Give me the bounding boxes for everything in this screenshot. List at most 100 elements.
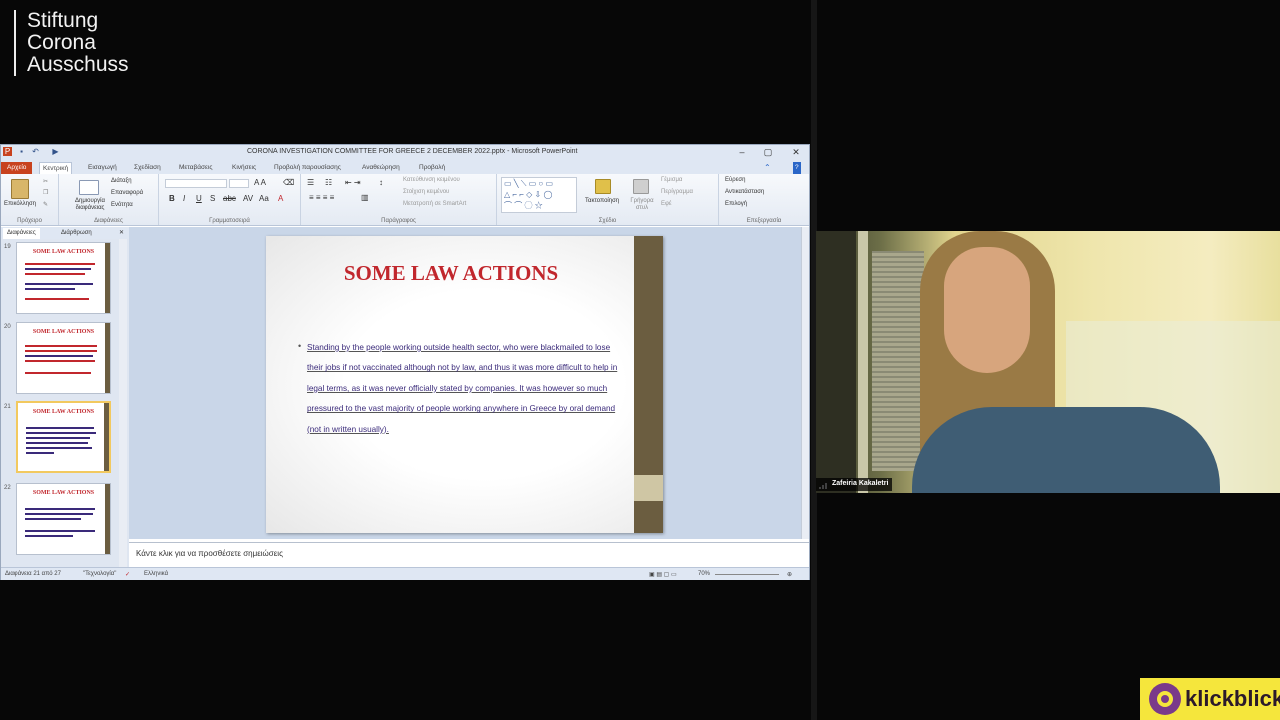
klickblick-logo-icon bbox=[1149, 683, 1181, 715]
start-slideshow-icon[interactable]: ▶ bbox=[51, 147, 60, 156]
video-blinds bbox=[872, 251, 924, 471]
format-painter-icon[interactable]: ✎ bbox=[43, 201, 48, 208]
quick-styles-icon[interactable] bbox=[633, 179, 649, 194]
tab-home[interactable]: Κεντρική bbox=[39, 162, 73, 174]
current-slide[interactable]: SOME LAW ACTIONS • Standing by the peopl… bbox=[266, 236, 663, 533]
quick-styles-label[interactable]: Γρήγορα στυλ bbox=[629, 198, 655, 212]
replace-button[interactable]: Αντικατάσταση bbox=[725, 189, 764, 195]
slide-body-text[interactable]: Standing by the people working outside h… bbox=[307, 338, 625, 440]
undo-icon[interactable]: ↶ bbox=[31, 147, 40, 156]
video-person-body bbox=[912, 407, 1220, 493]
close-pane-icon[interactable]: ✕ bbox=[115, 228, 128, 239]
drawing-group: ▭ ╲ ⟍ ▭ ○ ▭ △ ⌐ ⌐ ◇ ⇩ ◯ ⌒ ⌒ ◯ ☆ Τακτοποίησ… bbox=[497, 174, 719, 225]
underline-icon[interactable]: U bbox=[196, 194, 202, 203]
notes-pane[interactable]: Κάντε κλικ για να προσθέσετε σημειώσεις bbox=[129, 542, 809, 565]
save-icon[interactable]: ▪ bbox=[17, 147, 26, 156]
select-button[interactable]: Επιλογή bbox=[725, 201, 747, 207]
view-buttons[interactable]: ▣ ▤ ▢ ▭ bbox=[649, 571, 677, 578]
slide-counter: Διαφάνεια 21 από 27 bbox=[5, 571, 61, 577]
font-color-icon[interactable]: A bbox=[278, 194, 283, 203]
columns-icon[interactable]: ▥ bbox=[361, 193, 369, 202]
arrange-label[interactable]: Τακτοποίηση bbox=[585, 198, 619, 204]
stiftung-corona-ausschuss-logo: Stiftung Corona Ausschuss bbox=[14, 10, 129, 76]
minimize-ribbon-icon[interactable]: ⌃ bbox=[761, 162, 774, 174]
video-window-frame-dark bbox=[816, 231, 856, 493]
logo-line-3: Ausschuss bbox=[27, 53, 129, 76]
powerpoint-app-icon[interactable]: P bbox=[3, 147, 12, 156]
text-direction-button[interactable]: Κατεύθυνση κειμένου bbox=[403, 177, 460, 183]
editing-group-label: Επεξεργασία bbox=[746, 218, 782, 224]
section-button[interactable]: Ενότητα bbox=[111, 202, 133, 208]
indent-icon[interactable]: ⇤ ⇥ bbox=[345, 178, 361, 187]
spelling-icon[interactable]: ✓ bbox=[125, 571, 130, 578]
clear-formatting-icon[interactable]: ⌫ bbox=[283, 178, 294, 187]
slide-title[interactable]: SOME LAW ACTIONS bbox=[266, 261, 636, 286]
thumbnails-scrollbar[interactable] bbox=[119, 239, 127, 569]
slides-group-label: Διαφάνειες bbox=[94, 218, 123, 224]
language-indicator[interactable]: Ελληνικά bbox=[144, 571, 168, 577]
font-size-select[interactable] bbox=[229, 179, 249, 188]
numbering-icon[interactable]: ☷ bbox=[325, 178, 332, 187]
tab-review[interactable]: Αναθεώρηση bbox=[359, 162, 403, 174]
slide-thumbnail-22[interactable]: SOME LAW ACTIONS bbox=[16, 483, 111, 555]
tab-insert[interactable]: Εισαγωγή bbox=[85, 162, 120, 174]
slide-thumbnail-19[interactable]: SOME LAW ACTIONS bbox=[16, 242, 111, 314]
align-text-button[interactable]: Στοίχιση κειμένου bbox=[403, 189, 449, 195]
font-name-select[interactable] bbox=[165, 179, 227, 188]
zoom-level[interactable]: 70% bbox=[698, 571, 710, 577]
tab-design[interactable]: Σχεδίαση bbox=[131, 162, 164, 174]
paste-label[interactable]: Επικόλληση bbox=[4, 201, 36, 207]
maximize-button[interactable]: ▢ bbox=[757, 146, 779, 158]
shape-effects-button[interactable]: Εφέ bbox=[661, 201, 672, 207]
thumbnail-number: 19 bbox=[4, 244, 11, 250]
fit-slide-icon[interactable]: ⊕ bbox=[787, 571, 792, 578]
logo-line-1: Stiftung bbox=[27, 9, 99, 32]
shape-fill-button[interactable]: Γέμισμα bbox=[661, 177, 682, 183]
italic-icon[interactable]: I bbox=[183, 194, 185, 203]
tab-file[interactable]: Αρχείο bbox=[1, 162, 33, 174]
minimize-button[interactable]: – bbox=[731, 146, 753, 158]
tab-outline[interactable]: Διάρθρωση bbox=[57, 228, 96, 239]
new-slide-label[interactable]: Δημιουργία διαφάνειας bbox=[68, 198, 112, 212]
paste-icon[interactable] bbox=[11, 179, 29, 199]
participant-video bbox=[816, 231, 1280, 493]
close-button[interactable]: ✕ bbox=[785, 146, 807, 158]
powerpoint-window: P ▪ ↶ ▶ CORONA INVESTIGATION COMMITTEE F… bbox=[0, 144, 810, 580]
zoom-slider[interactable] bbox=[715, 574, 779, 575]
paragraph-group-label: Παράγραφος bbox=[381, 218, 416, 224]
strikethrough-icon[interactable]: abc bbox=[223, 194, 236, 203]
shadow-icon[interactable]: S bbox=[210, 194, 215, 203]
bullets-icon[interactable]: ☰ bbox=[307, 178, 314, 187]
shapes-gallery[interactable]: ▭ ╲ ⟍ ▭ ○ ▭ △ ⌐ ⌐ ◇ ⇩ ◯ ⌒ ⌒ ◯ ☆ bbox=[501, 177, 577, 213]
editor-scrollbar[interactable] bbox=[801, 227, 809, 539]
editing-group: Εύρεση Αντικατάσταση Επιλογή Επεξεργασία bbox=[719, 174, 809, 225]
find-button[interactable]: Εύρεση bbox=[725, 177, 745, 183]
line-spacing-icon[interactable]: ↕ bbox=[379, 178, 383, 187]
help-icon[interactable]: ? bbox=[793, 162, 801, 174]
change-case-icon[interactable]: Aa bbox=[259, 194, 269, 203]
shape-outline-button[interactable]: Περίγραμμα bbox=[661, 189, 693, 195]
arrange-icon[interactable] bbox=[595, 179, 611, 194]
clipboard-group: Επικόλληση ✂ ❐ ✎ Πρόχειρο bbox=[1, 174, 59, 225]
cut-icon[interactable]: ✂ bbox=[43, 178, 48, 185]
convert-smartart-button[interactable]: Μετατροπή σε SmartArt bbox=[403, 201, 466, 207]
character-spacing-icon[interactable]: AV bbox=[243, 194, 253, 203]
tab-transitions[interactable]: Μεταβάσεις bbox=[176, 162, 216, 174]
layout-button[interactable]: Διάταξη bbox=[111, 178, 132, 184]
bold-icon[interactable]: B bbox=[169, 194, 175, 203]
align-icons[interactable]: ≡ ≡ ≡ ≡ bbox=[309, 193, 334, 202]
reset-button[interactable]: Επαναφορά bbox=[111, 190, 143, 196]
tab-animations[interactable]: Κινήσεις bbox=[229, 162, 259, 174]
slide-thumbnail-21[interactable]: SOME LAW ACTIONS bbox=[16, 401, 111, 473]
grow-font-icon[interactable]: A A bbox=[254, 178, 266, 187]
new-slide-icon[interactable] bbox=[79, 180, 99, 195]
tab-slides[interactable]: Διαφάνειες bbox=[3, 228, 40, 239]
slide-thumbnail-20[interactable]: SOME LAW ACTIONS bbox=[16, 322, 111, 394]
tab-view[interactable]: Προβολή bbox=[416, 162, 448, 174]
tab-slideshow[interactable]: Προβολή παρουσίασης bbox=[271, 162, 344, 174]
copy-icon[interactable]: ❐ bbox=[43, 189, 48, 196]
slides-pane-tabs: Διαφάνειες Διάρθρωση ✕ bbox=[1, 227, 129, 239]
video-person-face bbox=[944, 247, 1030, 373]
participant-name-tag: Zafeiria Kakaletri bbox=[816, 478, 893, 491]
thumbnail-title: SOME LAW ACTIONS bbox=[32, 409, 95, 415]
